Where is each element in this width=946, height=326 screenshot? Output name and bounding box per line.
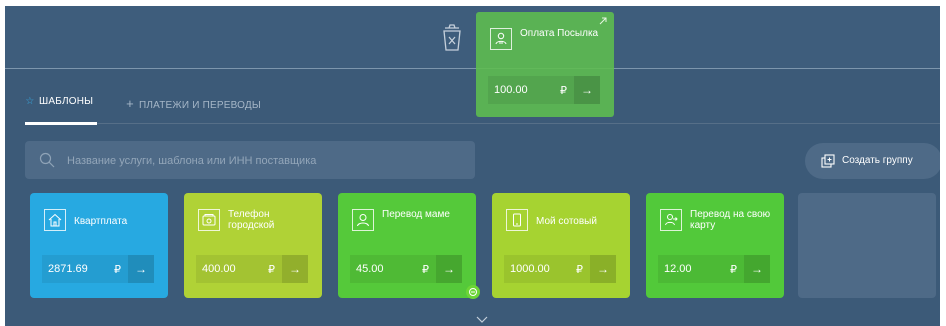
amount-field[interactable]: 45.00 ₽ →	[350, 255, 462, 283]
currency-sign: ₽	[560, 85, 567, 97]
house-icon	[44, 209, 66, 231]
amount-value: 45.00	[356, 263, 384, 275]
payments-panel: ☆ ШАБЛОНЫ + ПЛАТЕЖИ И ПЕРЕВОДЫ Создать гру…	[5, 6, 940, 326]
arrow-right-icon[interactable]: →	[590, 255, 616, 283]
phone-icon	[198, 209, 220, 231]
trash-icon[interactable]	[441, 24, 463, 52]
amount-field[interactable]: 400.00 ₽ →	[196, 255, 308, 283]
template-title: Оплата Посылка	[520, 28, 599, 39]
template-tile-rent[interactable]: Квартплата 2871.69 ₽ →	[30, 193, 168, 298]
template-title: Перевод маме	[382, 209, 450, 220]
amount-value: 1000.00	[510, 263, 550, 275]
arrow-right-icon[interactable]: →	[574, 76, 600, 104]
search-icon	[39, 152, 55, 168]
template-title: Телефон городской	[228, 209, 275, 231]
person-icon	[352, 209, 374, 231]
chevron-down-icon[interactable]	[476, 316, 488, 324]
currency-sign: ₽	[576, 264, 583, 276]
drop-zone[interactable]	[5, 6, 940, 68]
divider	[5, 68, 940, 69]
amount-value: 2871.69	[48, 263, 88, 275]
tab-label: ШАБЛОНЫ	[39, 96, 94, 107]
amount-value: 12.00	[664, 263, 692, 275]
create-group-button[interactable]: Создать группу	[805, 143, 940, 179]
copy-icon	[821, 154, 835, 168]
template-tile-transfer-mom[interactable]: Перевод маме 45.00 ₽ →	[338, 193, 476, 298]
amount-field[interactable]: 1000.00 ₽ →	[504, 255, 616, 283]
currency-sign: ₽	[114, 264, 121, 276]
amount-value: 400.00	[202, 263, 236, 275]
create-group-label: Создать группу	[842, 155, 913, 166]
amount-field[interactable]: 12.00 ₽ →	[658, 255, 770, 283]
star-icon: ☆	[25, 96, 35, 107]
arrow-right-icon[interactable]: →	[282, 255, 308, 283]
tab-templates[interactable]: ☆ ШАБЛОНЫ	[25, 96, 93, 107]
tab-label: ПЛАТЕЖИ И ПЕРЕВОДЫ	[139, 100, 261, 111]
template-tile-own-card[interactable]: Перевод на свою карту 12.00 ₽ →	[646, 193, 784, 298]
arrow-right-icon[interactable]: →	[128, 255, 154, 283]
currency-sign: ₽	[422, 264, 429, 276]
template-tile-landline[interactable]: Телефон городской 400.00 ₽ →	[184, 193, 322, 298]
template-title: Квартплата	[74, 216, 128, 227]
plus-icon: +	[126, 96, 134, 111]
amount-value: 100.00	[494, 84, 528, 96]
favorite-badge-icon	[466, 285, 480, 299]
search-box[interactable]	[25, 141, 475, 181]
tab-payments[interactable]: + ПЛАТЕЖИ И ПЕРЕВОДЫ	[125, 96, 261, 111]
mobile-icon	[506, 209, 528, 231]
card-transfer-icon	[660, 209, 682, 231]
currency-sign: ₽	[730, 264, 737, 276]
arrow-right-icon[interactable]: →	[436, 255, 462, 283]
dragging-template-card[interactable]: Оплата Посылка 100.00 ₽ →	[476, 12, 614, 117]
template-title: Перевод на свою карту	[690, 209, 771, 231]
currency-sign: ₽	[268, 264, 275, 276]
active-tab-indicator	[25, 122, 97, 125]
person-transfer-icon	[490, 28, 512, 50]
template-tile-mobile[interactable]: Мой сотовый 1000.00 ₽ →	[492, 193, 630, 298]
tabs-divider	[25, 123, 940, 124]
amount-field[interactable]: 100.00 ₽ →	[488, 76, 600, 104]
empty-template-slot[interactable]	[798, 193, 936, 298]
search-input[interactable]	[65, 141, 469, 181]
expand-arrow-icon	[599, 17, 607, 25]
arrow-right-icon[interactable]: →	[744, 255, 770, 283]
template-title: Мой сотовый	[536, 216, 597, 227]
amount-field[interactable]: 2871.69 ₽ →	[42, 255, 154, 283]
